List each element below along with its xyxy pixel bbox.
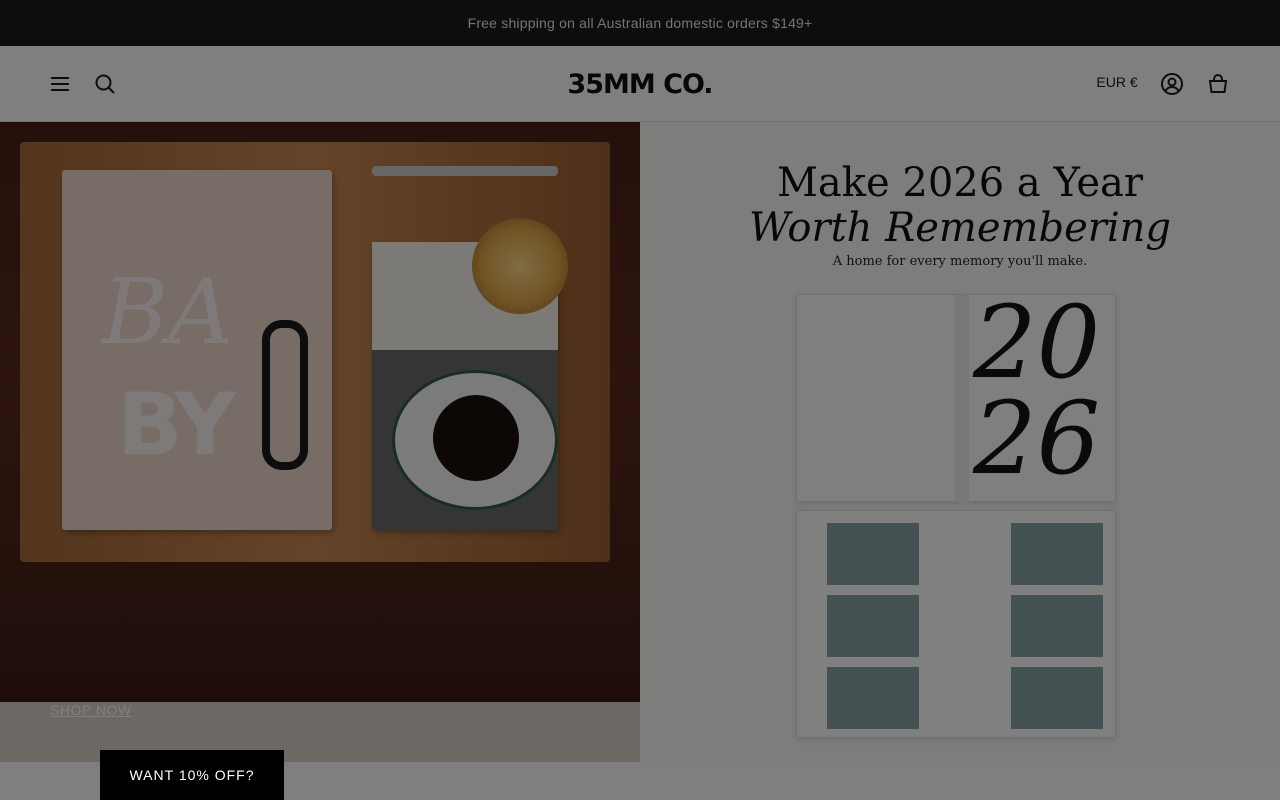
menu-button[interactable] — [46, 70, 74, 98]
baby-book-block: BY — [117, 375, 236, 475]
announcement-bar: Free shipping on all Australian domestic… — [0, 0, 1280, 46]
hero-left-image[interactable]: BA BY SHOP NOW — [0, 122, 640, 762]
logo-text: 35MM CO. — [567, 68, 713, 100]
hero-title: Make 2026 a Year Worth Remembering — [700, 160, 1220, 250]
site-logo[interactable]: 35MM CO. — [540, 64, 740, 104]
hamburger-menu-icon — [51, 77, 69, 91]
hero-title-line1: Make 2026 a Year — [776, 160, 1144, 206]
search-icon — [95, 74, 115, 94]
coffee-cup-image — [392, 370, 558, 510]
album-spread-image — [796, 510, 1116, 738]
cart-button[interactable] — [1204, 70, 1232, 98]
currency-selector[interactable]: EUR € — [1082, 74, 1152, 94]
glasses-image — [262, 320, 308, 470]
announcement-text: Free shipping on all Australian domestic… — [467, 15, 813, 31]
hero-title-line2: Worth Remembering — [748, 205, 1172, 251]
wick-trimmer-image — [372, 166, 558, 176]
site-header: 35MM CO. EUR € — [0, 46, 1280, 122]
album-cover-image: 20 26 — [796, 284, 1116, 503]
search-button[interactable] — [91, 70, 119, 98]
shop-now-link[interactable]: SHOP NOW — [50, 702, 132, 718]
account-icon — [1161, 73, 1183, 95]
cart-icon — [1208, 74, 1228, 93]
hero-section: BA BY SHOP NOW Make 2026 a Year Worth Re… — [0, 122, 1280, 762]
hero-right-image[interactable]: Make 2026 a Year Worth Remembering A hom… — [640, 122, 1280, 762]
account-button[interactable] — [1158, 70, 1186, 98]
baby-book-script: BA — [102, 260, 234, 365]
discount-popup-button[interactable]: WANT 10% OFF? — [100, 750, 284, 800]
hero-subtitle: A home for every memory you'll make. — [832, 254, 1088, 269]
candle-image — [472, 218, 568, 314]
album-number: 20 26 — [973, 284, 1101, 497]
